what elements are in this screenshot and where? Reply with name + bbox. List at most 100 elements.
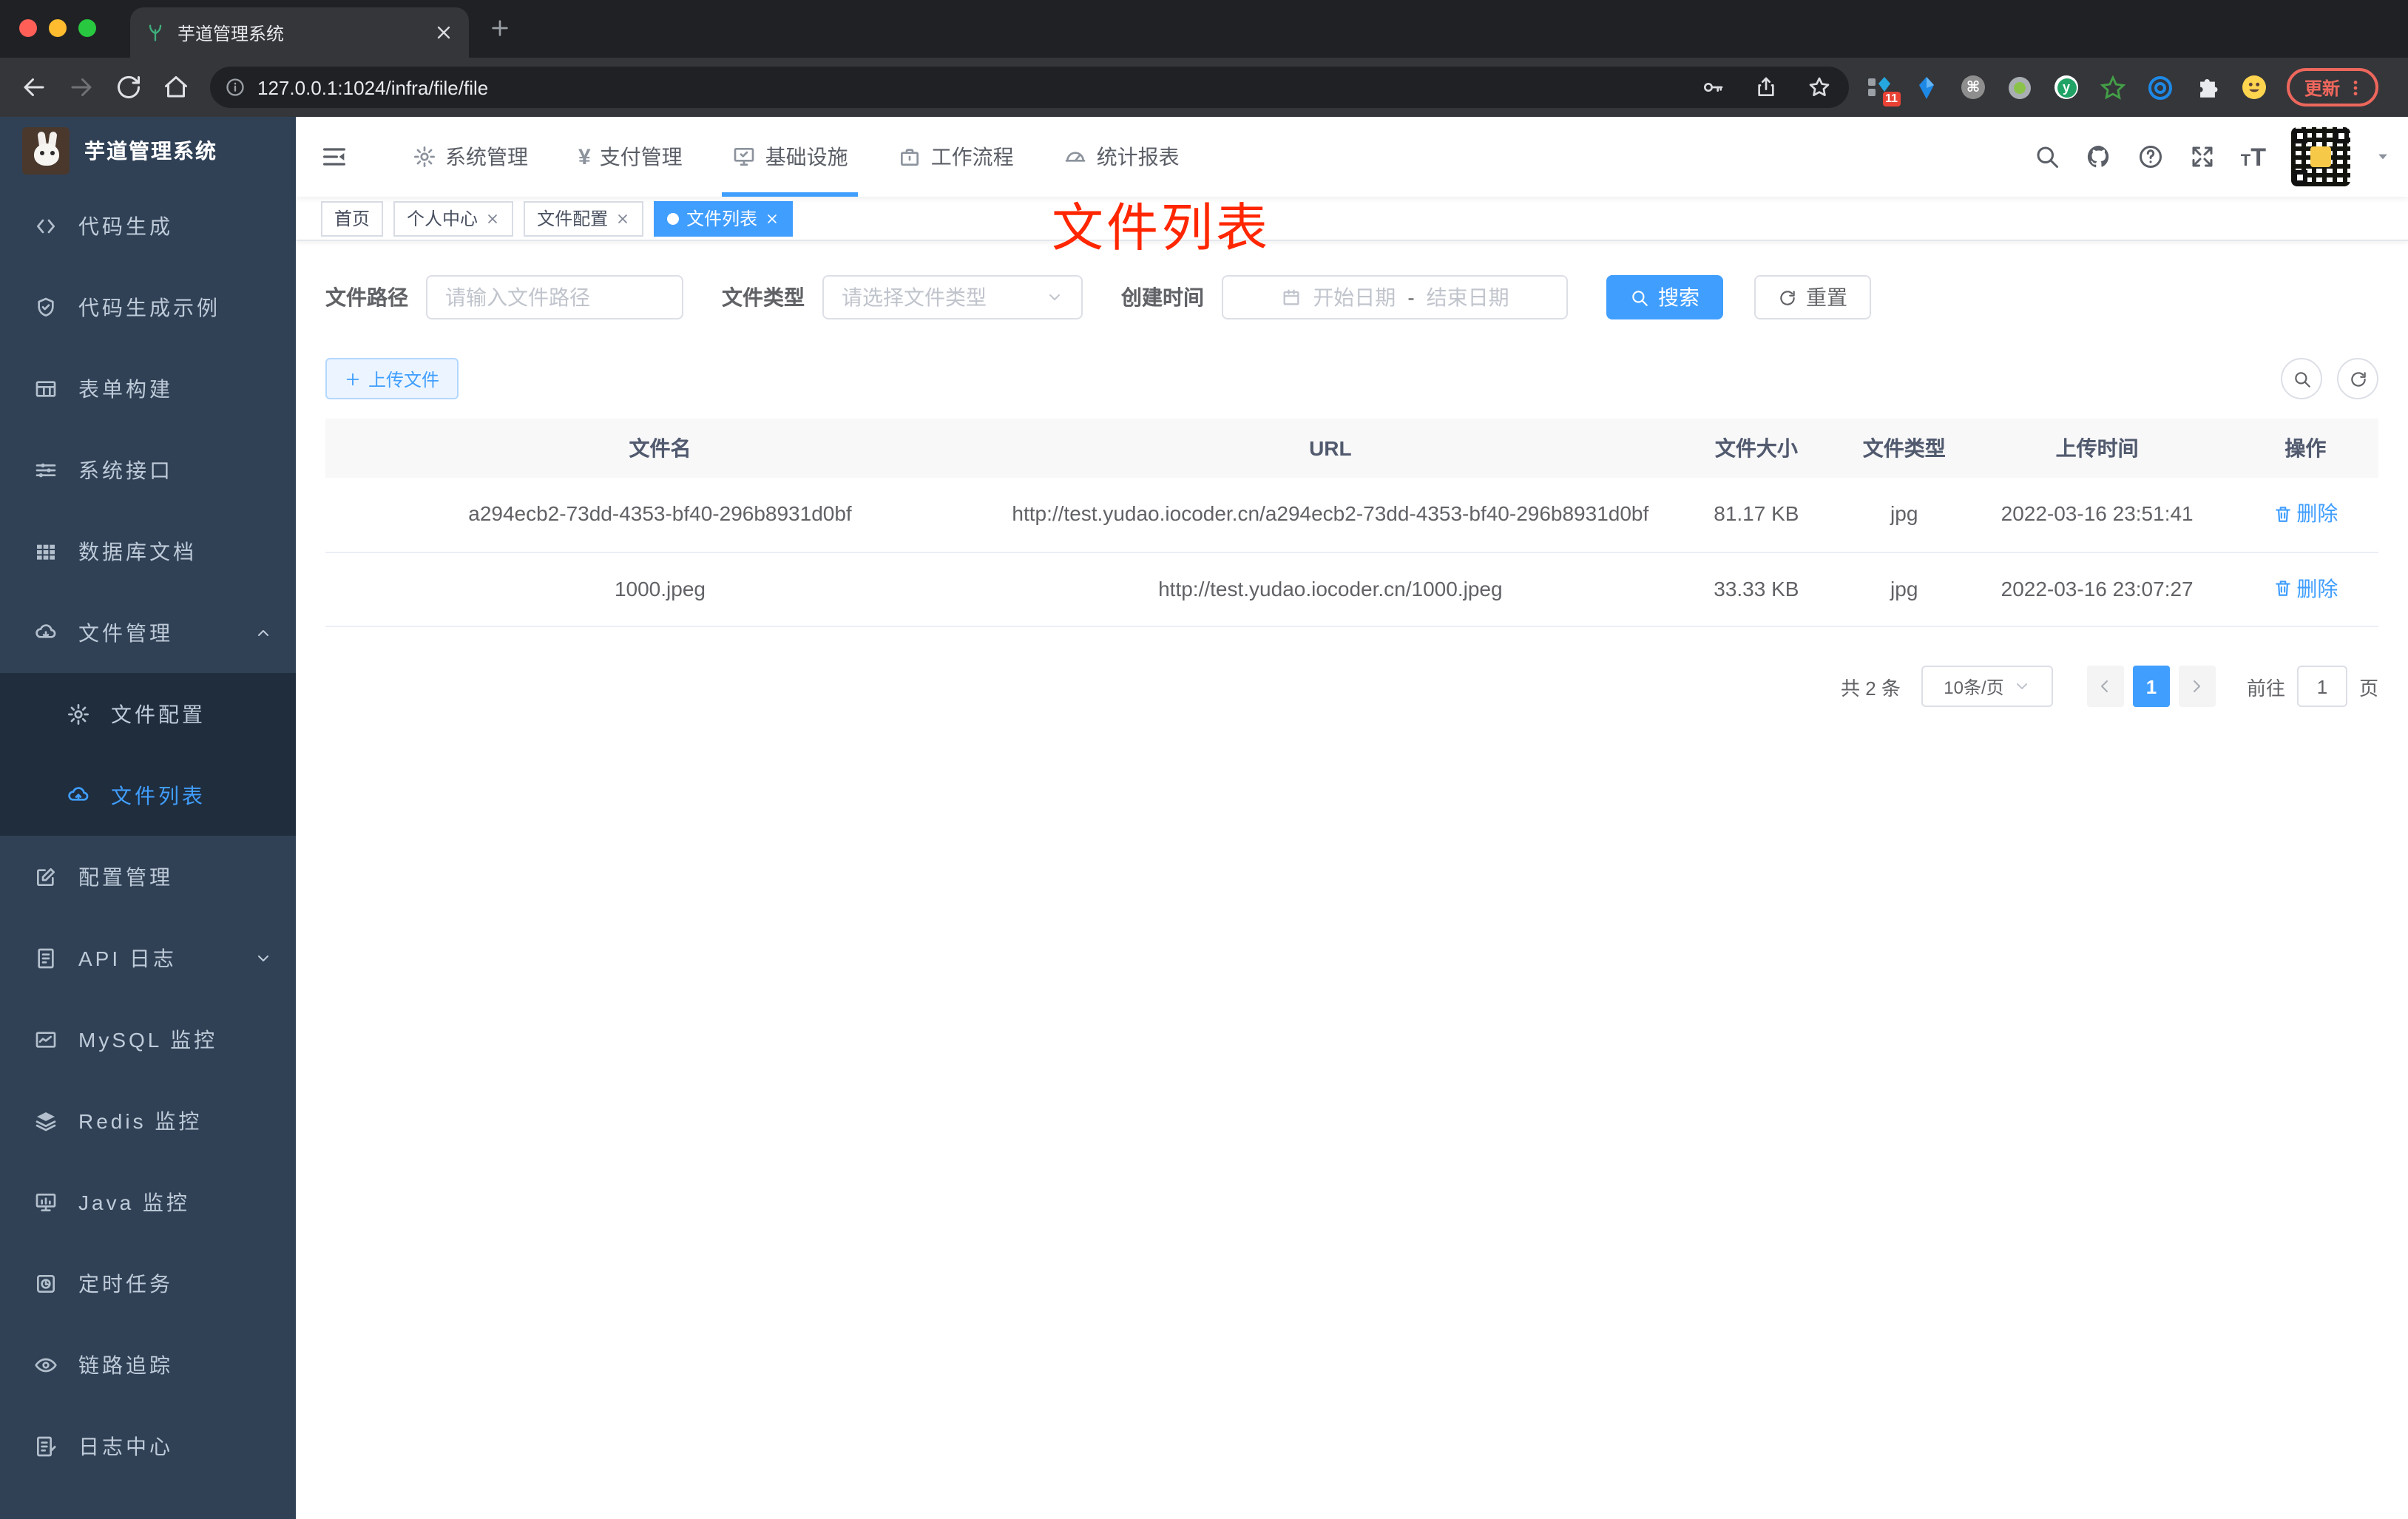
window-minimize-button[interactable] (49, 19, 67, 37)
cloud-download-icon (34, 620, 58, 644)
reset-button[interactable]: 重置 (1754, 275, 1871, 319)
help-icon[interactable] (2137, 143, 2164, 170)
calendar-icon (1280, 287, 1301, 308)
file-path-input[interactable] (426, 275, 683, 319)
sidebar-collapse-icon[interactable] (319, 142, 349, 172)
sidebar-item-file-config[interactable]: 文件配置 (0, 673, 296, 754)
file-type-label: 文件类型 (722, 285, 805, 309)
delete-button[interactable]: 删除 (2273, 573, 2338, 603)
top-menu-payment[interactable]: ¥ 支付管理 (553, 117, 708, 197)
sidebar-item-scheduled-tasks[interactable]: 定时任务 (0, 1242, 296, 1324)
font-size-icon[interactable]: TT (2241, 144, 2266, 169)
extensions-puzzle-icon[interactable] (2195, 75, 2220, 100)
browser-toolbar: 127.0.0.1:1024/infra/file/file 11 ⌘ y 更新 (0, 58, 2408, 117)
upload-file-button[interactable]: 上传文件 (325, 358, 459, 399)
window-zoom-button[interactable] (78, 19, 96, 37)
prev-page-button[interactable] (2086, 666, 2124, 707)
sidebar-item-code-gen[interactable]: 代码生成 (0, 185, 296, 266)
site-info-icon[interactable] (225, 77, 246, 98)
page-number-1[interactable]: 1 (2132, 666, 2170, 707)
delete-button[interactable]: 删除 (2273, 498, 2338, 528)
header-actions: TT (2034, 127, 2408, 186)
tag-home[interactable]: 首页 (321, 200, 384, 236)
address-bar[interactable]: 127.0.0.1:1024/infra/file/file (210, 67, 1849, 108)
top-menu-system[interactable]: 系统管理 (388, 117, 553, 197)
new-tab-button[interactable] (488, 16, 512, 40)
top-menu-infrastructure[interactable]: 基础设施 (708, 117, 873, 197)
extension-grid-icon[interactable]: 11 (1867, 75, 1901, 106)
password-key-icon[interactable] (1701, 75, 1725, 99)
goto-page-input-field[interactable] (2298, 667, 2346, 706)
sidebar-item-tracing[interactable]: 链路追踪 (0, 1324, 296, 1405)
back-icon[interactable] (21, 74, 47, 101)
toggle-search-button[interactable] (2281, 358, 2322, 399)
sidebar-item-api-log[interactable]: API 日志 (0, 917, 296, 998)
extension-command-icon[interactable]: ⌘ (1961, 75, 1985, 99)
date-range-picker[interactable]: 开始日期 - 结束日期 (1222, 275, 1568, 319)
next-page-button[interactable] (2178, 666, 2216, 707)
tag-close-icon[interactable] (765, 211, 779, 226)
file-type-select[interactable]: 请选择文件类型 (822, 275, 1083, 319)
refresh-table-button[interactable] (2337, 358, 2378, 399)
file-path-input-field[interactable] (445, 285, 664, 309)
extension-dot-icon[interactable] (2007, 75, 2032, 100)
tab-close-icon[interactable] (433, 22, 454, 43)
top-menu-report[interactable]: 统计报表 (1039, 117, 1205, 197)
extension-eye-icon[interactable] (2148, 75, 2173, 100)
header-search-icon[interactable] (2034, 143, 2060, 170)
browser-tab[interactable]: 芋道管理系统 (130, 7, 469, 58)
sidebar-item-form-builder[interactable]: 表单构建 (0, 348, 296, 429)
filter-form: 文件路径 文件类型 请选择文件类型 创建时间 开始日期 - 结束日期 (325, 275, 2378, 319)
site-favicon-leaf-icon (145, 22, 166, 43)
briefcase-icon (899, 145, 922, 169)
cell-actions: 删除 (2233, 478, 2378, 551)
extension-y-icon[interactable]: y (2054, 75, 2078, 99)
avatar-caret-icon[interactable] (2375, 149, 2390, 164)
fullscreen-icon[interactable] (2189, 143, 2216, 170)
sidebar-item-file-list[interactable]: 文件列表 (0, 754, 296, 836)
top-menu-workflow[interactable]: 工作流程 (873, 117, 1039, 197)
forward-icon[interactable] (68, 74, 95, 101)
tag-profile[interactable]: 个人中心 (393, 200, 514, 236)
window-close-button[interactable] (19, 19, 37, 37)
bookmark-star-icon[interactable] (1807, 75, 1831, 99)
user-avatar[interactable] (2291, 127, 2350, 186)
start-date-placeholder[interactable]: 开始日期 (1313, 283, 1396, 312)
sidebar-item-redis-monitor[interactable]: Redis 监控 (0, 1080, 296, 1161)
sidebar-item-file-management[interactable]: 文件管理 (0, 592, 296, 673)
tag-close-icon[interactable] (485, 211, 500, 226)
sidebar-item-log-center[interactable]: 日志中心 (0, 1405, 296, 1486)
sidebar-item-code-gen-demo[interactable]: 代码生成示例 (0, 266, 296, 348)
app-logo[interactable]: 芋道管理系统 (0, 117, 296, 185)
profile-avatar-emoji[interactable] (2242, 75, 2266, 99)
tag-close-icon[interactable] (615, 211, 630, 226)
column-header-url: URL (1309, 436, 1352, 460)
share-icon[interactable] (1754, 75, 1778, 99)
sidebar-item-java-monitor[interactable]: Java 监控 (0, 1161, 296, 1242)
shield-check-icon (34, 295, 58, 319)
document-edit-icon (34, 946, 58, 970)
extension-kite-icon[interactable] (1914, 75, 1939, 100)
tags-view-bar: 首页 个人中心 文件配置 文件列表 (296, 197, 2408, 241)
home-icon[interactable] (163, 74, 189, 101)
url-text[interactable]: 127.0.0.1:1024/infra/file/file (257, 76, 1689, 98)
active-tag-dot (667, 212, 680, 224)
cell-type: jpg (1890, 501, 1918, 525)
browser-update-button[interactable]: 更新 (2287, 68, 2379, 106)
extension-star-icon[interactable] (2100, 74, 2126, 100)
end-date-placeholder[interactable]: 结束日期 (1427, 283, 1509, 312)
sidebar-item-system-api[interactable]: 系统接口 (0, 429, 296, 510)
github-icon[interactable] (2086, 143, 2112, 170)
cell-actions: 删除 (2233, 552, 2378, 626)
search-button[interactable]: 搜索 (1606, 275, 1723, 319)
reload-icon[interactable] (115, 74, 142, 101)
sidebar-item-mysql-monitor[interactable]: MySQL 监控 (0, 998, 296, 1080)
sidebar-item-db-doc[interactable]: 数据库文档 (0, 510, 296, 592)
tag-file-list[interactable]: 文件列表 (654, 200, 794, 236)
page-size-select[interactable]: 10条/页 (1921, 666, 2053, 707)
tag-file-config[interactable]: 文件配置 (524, 200, 644, 236)
browser-menu-icon[interactable] (2346, 78, 2365, 97)
goto-page-input[interactable] (2296, 666, 2347, 707)
chevron-left-icon (2097, 677, 2114, 695)
sidebar-item-config-management[interactable]: 配置管理 (0, 836, 296, 917)
